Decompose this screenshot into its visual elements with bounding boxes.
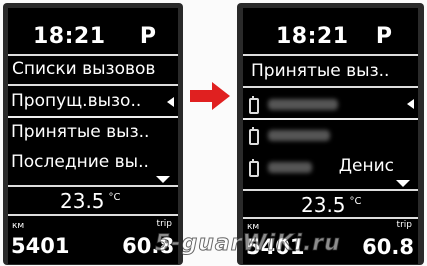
watermark: 5-guarWiKi.ru bbox=[155, 231, 341, 257]
blurred-contact-name bbox=[268, 99, 338, 110]
selection-arrow-icon bbox=[167, 97, 174, 107]
clock: 18:21 bbox=[33, 24, 106, 49]
menu-item-label: Принятые выз.. bbox=[11, 122, 150, 142]
arrow-right-icon bbox=[190, 82, 230, 110]
divider bbox=[8, 185, 178, 187]
selection-underline bbox=[8, 116, 178, 118]
menu-item-received-calls[interactable]: Принятые выз.. bbox=[8, 119, 178, 147]
selection-arrow-icon bbox=[407, 99, 414, 109]
menu-item-recent-calls[interactable]: Последние вы.. bbox=[8, 149, 178, 177]
selection-underline bbox=[243, 118, 418, 120]
phone-icon bbox=[249, 96, 259, 114]
blurred-contact-name bbox=[268, 162, 312, 173]
scroll-down-icon[interactable] bbox=[396, 180, 410, 187]
right-display: 18:21 P Принятые выз.. Денис 23.5 °C км t… bbox=[243, 8, 418, 264]
divider bbox=[243, 217, 418, 219]
trip-label: trip bbox=[396, 220, 412, 230]
clock: 18:21 bbox=[276, 24, 349, 49]
divider bbox=[243, 86, 418, 88]
temperature-unit: °C bbox=[349, 196, 362, 208]
temperature-value: 23.5 bbox=[60, 189, 105, 213]
divider bbox=[8, 54, 178, 56]
outside-temperature: 23.5 °C bbox=[60, 189, 121, 213]
menu-item-missed-calls[interactable]: Пропущ.вызо.. bbox=[8, 88, 178, 116]
left-display: 18:21 P Списки вызовов Пропущ.вызо.. При… bbox=[8, 8, 178, 264]
contact-row-2[interactable] bbox=[243, 121, 418, 149]
divider bbox=[8, 84, 178, 86]
contact-row-3[interactable]: Денис bbox=[243, 153, 418, 181]
phone-icon bbox=[249, 127, 259, 145]
menu-item-label: Последние вы.. bbox=[11, 152, 149, 172]
odometer-label: км bbox=[12, 221, 25, 231]
scroll-down-icon[interactable] bbox=[156, 176, 170, 183]
divider bbox=[243, 54, 418, 56]
outside-temperature: 23.5 °C bbox=[301, 193, 362, 217]
trip-label: trip bbox=[156, 219, 172, 229]
gear-indicator: P bbox=[139, 24, 156, 49]
odometer-value: 5401 bbox=[11, 234, 70, 258]
temperature-value: 23.5 bbox=[301, 193, 346, 217]
divider bbox=[8, 214, 178, 216]
blurred-contact-name bbox=[268, 130, 330, 141]
phone-icon bbox=[249, 159, 259, 177]
gear-indicator: P bbox=[375, 24, 392, 49]
menu-title: Списки вызовов bbox=[12, 59, 156, 79]
divider bbox=[243, 189, 418, 191]
contact-row-1[interactable] bbox=[243, 90, 418, 118]
trip-value: 60.8 bbox=[362, 235, 414, 259]
contact-name: Денис bbox=[338, 156, 394, 176]
menu-title: Принятые выз.. bbox=[251, 61, 390, 81]
menu-item-label: Пропущ.вызо.. bbox=[11, 91, 142, 111]
temperature-unit: °C bbox=[108, 192, 121, 204]
